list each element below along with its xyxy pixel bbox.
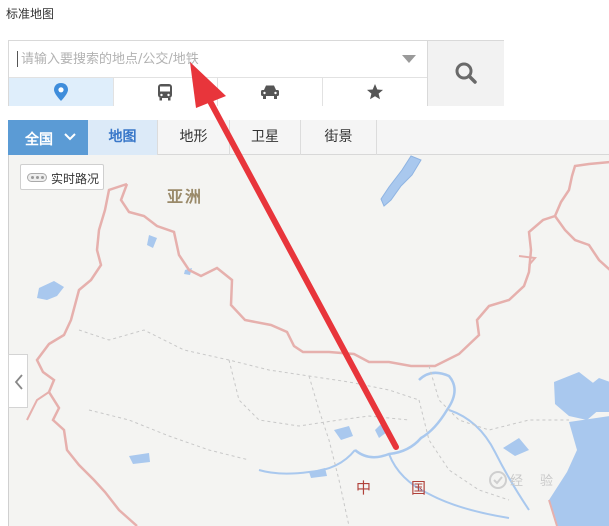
search-button[interactable] xyxy=(427,41,504,106)
country-label-part2: 国 xyxy=(411,479,427,497)
window-title: 标准地图 xyxy=(6,7,55,21)
dropdown-arrow-icon[interactable] xyxy=(402,55,416,63)
chevron-left-icon xyxy=(14,374,23,390)
star-icon xyxy=(366,84,383,100)
mode-tab-car[interactable] xyxy=(218,78,323,106)
mode-tab-bus[interactable] xyxy=(113,78,218,106)
traffic-toggle-button[interactable]: 实时路况 xyxy=(20,164,104,190)
tab-map[interactable]: 地图 xyxy=(88,120,158,155)
collapse-panel-button[interactable] xyxy=(8,354,28,408)
mode-tabs xyxy=(9,78,427,106)
chevron-down-icon xyxy=(64,133,76,141)
watermark-text-1: 经 xyxy=(510,474,524,489)
traffic-label: 实时路况 xyxy=(51,172,100,186)
watermark: 经 验 xyxy=(486,462,609,502)
map-toolbar: 全国 地图 地形 卫星 街景 xyxy=(8,120,609,155)
window-title-bar: 标准地图 xyxy=(0,0,609,28)
toggle-switch-icon xyxy=(27,173,47,182)
location-pin-icon xyxy=(53,83,68,101)
car-icon xyxy=(260,85,279,99)
mode-tab-location[interactable] xyxy=(9,78,114,106)
tab-terrain[interactable]: 地形 xyxy=(158,120,230,155)
watermark-text-2: 验 xyxy=(540,474,554,489)
region-select-button[interactable]: 全国 xyxy=(8,120,88,155)
search-panel xyxy=(8,40,504,106)
continent-label: 亚洲 xyxy=(167,187,204,206)
tab-satellite[interactable]: 卫星 xyxy=(230,120,301,155)
search-icon xyxy=(455,62,477,84)
watermark-logo-icon xyxy=(489,471,507,489)
country-label-part1: 中 xyxy=(356,479,372,497)
tab-street-view[interactable]: 街景 xyxy=(301,120,377,155)
region-label: 全国 xyxy=(25,132,53,148)
mode-tab-favorites[interactable] xyxy=(322,78,427,106)
bus-icon xyxy=(158,84,173,101)
text-caret xyxy=(17,51,18,67)
search-row xyxy=(9,41,427,78)
search-input[interactable] xyxy=(21,49,391,69)
